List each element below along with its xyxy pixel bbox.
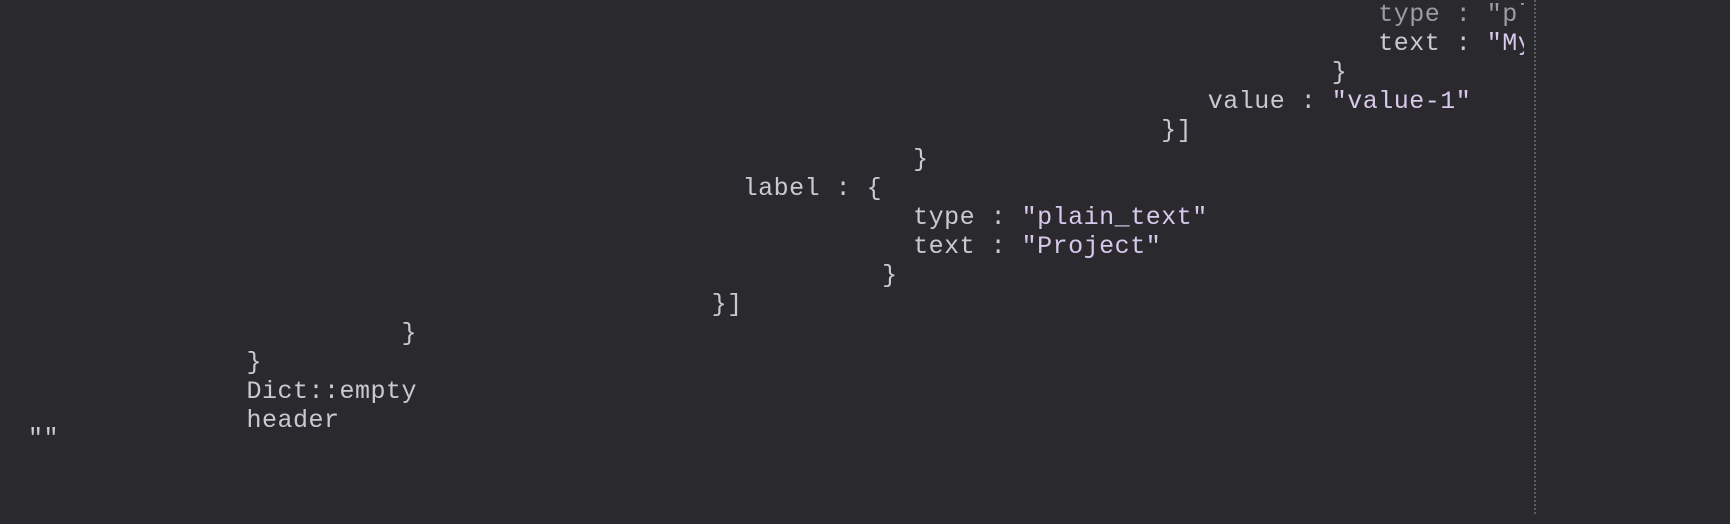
vertical-guide	[1534, 0, 1536, 514]
code-line: text : "My New Project"	[14, 29, 1524, 58]
code-line: }	[14, 348, 262, 377]
code-line: label : {	[14, 174, 882, 203]
code-string: "plain_text"	[1022, 203, 1208, 232]
code-line: type : "plain_text"	[14, 0, 1524, 29]
code-line: type : "plain_text"	[14, 203, 1208, 232]
code-line: }	[14, 58, 1347, 87]
code-line: header	[14, 406, 340, 435]
code-line: }	[14, 319, 417, 348]
code-line: }]	[14, 290, 743, 319]
code-content: type : "plain_text" text : "My New Proje…	[14, 0, 1524, 435]
code-key: text :	[14, 29, 1487, 58]
code-line: text : "Project"	[14, 232, 1161, 261]
code-line: }	[14, 261, 898, 290]
code-key: text :	[14, 232, 1022, 261]
code-block[interactable]: type : "plain_text" text : "My New Proje…	[14, 0, 1524, 514]
code-string: "Project"	[1022, 232, 1162, 261]
code-key: type :	[14, 203, 1022, 232]
code-string: "My New Project"	[1487, 29, 1524, 58]
code-line: }	[14, 145, 929, 174]
code-line: }]	[14, 116, 1192, 145]
code-key: value :	[14, 87, 1332, 116]
code-line: value : "value-1"	[14, 87, 1471, 116]
string-terminator: ""	[28, 424, 59, 453]
code-line: Dict::empty	[14, 377, 417, 406]
code-string: "value-1"	[1332, 87, 1472, 116]
